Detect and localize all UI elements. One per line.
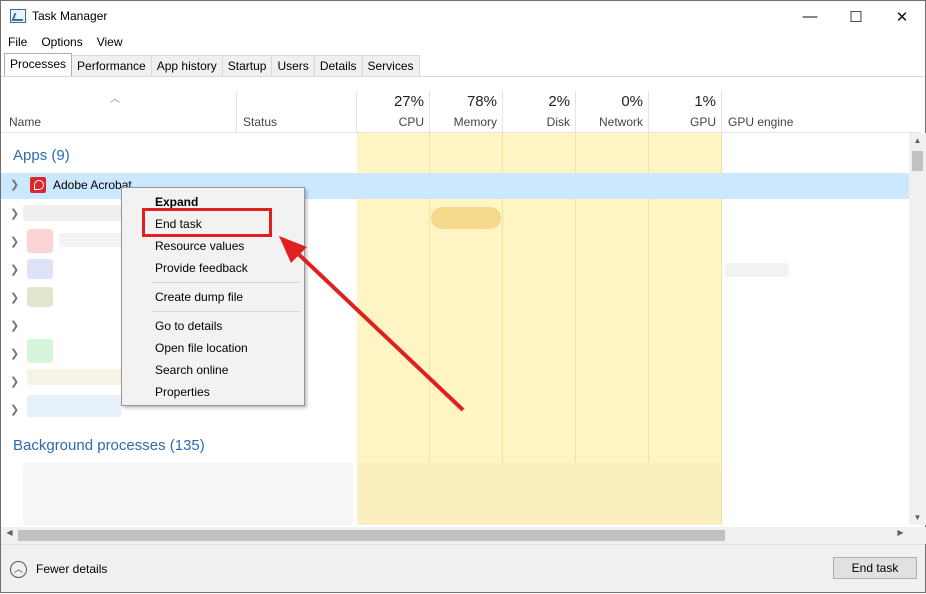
annotation-arrow (279, 236, 465, 412)
task-manager-window: Task Manager — ☐ ✕ File Options View Pro… (0, 0, 926, 593)
arrow-line (289, 245, 465, 412)
